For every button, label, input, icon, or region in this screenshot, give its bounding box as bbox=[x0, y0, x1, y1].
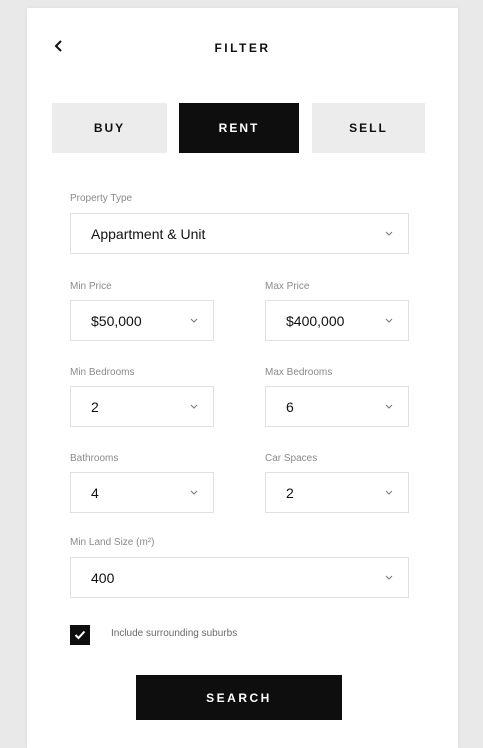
chevron-down-icon bbox=[384, 316, 394, 326]
include-surrounding-label: Include surrounding suburbs bbox=[111, 628, 238, 639]
chevron-down-icon bbox=[189, 316, 199, 326]
max-bedrooms-label: Max Bedrooms bbox=[265, 367, 333, 378]
max-bedrooms-select[interactable]: 6 bbox=[265, 386, 409, 427]
bathrooms-select[interactable]: 4 bbox=[70, 472, 214, 513]
min-bedrooms-label: Min Bedrooms bbox=[70, 367, 135, 378]
max-bedrooms-value: 6 bbox=[286, 398, 294, 415]
car-spaces-value: 2 bbox=[286, 484, 294, 501]
min-bedrooms-value: 2 bbox=[91, 398, 99, 415]
chevron-down-icon bbox=[384, 402, 394, 412]
property-type-value: Appartment & Unit bbox=[91, 225, 206, 242]
max-price-label: Max Price bbox=[265, 281, 310, 292]
search-button[interactable]: SEARCH bbox=[136, 675, 342, 720]
listing-type-tabs: BUY RENT SELL bbox=[52, 103, 430, 153]
min-land-size-value: 400 bbox=[91, 569, 115, 586]
min-bedrooms-select[interactable]: 2 bbox=[70, 386, 214, 427]
min-land-size-label: Min Land Size (m²) bbox=[70, 537, 155, 548]
checkmark-icon bbox=[74, 630, 86, 640]
property-type-select[interactable]: Appartment & Unit bbox=[70, 213, 409, 254]
max-price-select[interactable]: $400,000 bbox=[265, 300, 409, 341]
min-price-label: Min Price bbox=[70, 281, 112, 292]
car-spaces-label: Car Spaces bbox=[265, 453, 318, 464]
max-price-value: $400,000 bbox=[286, 312, 345, 329]
chevron-down-icon bbox=[384, 488, 394, 498]
chevron-down-icon bbox=[384, 573, 394, 583]
car-spaces-select[interactable]: 2 bbox=[265, 472, 409, 513]
tab-rent[interactable]: RENT bbox=[179, 103, 299, 153]
min-land-size-select[interactable]: 400 bbox=[70, 557, 409, 598]
chevron-down-icon bbox=[189, 402, 199, 412]
bathrooms-value: 4 bbox=[91, 484, 99, 501]
tab-buy[interactable]: BUY bbox=[52, 103, 167, 153]
chevron-down-icon bbox=[189, 488, 199, 498]
include-surrounding-checkbox[interactable] bbox=[70, 625, 90, 645]
chevron-down-icon bbox=[384, 229, 394, 239]
min-price-select[interactable]: $50,000 bbox=[70, 300, 214, 341]
min-price-value: $50,000 bbox=[91, 312, 142, 329]
filter-screen: FILTER BUY RENT SELL Property Type Appar… bbox=[27, 8, 458, 748]
tab-sell[interactable]: SELL bbox=[312, 103, 425, 153]
page-title: FILTER bbox=[214, 41, 271, 55]
property-type-label: Property Type bbox=[70, 193, 133, 204]
bathrooms-label: Bathrooms bbox=[70, 453, 119, 464]
